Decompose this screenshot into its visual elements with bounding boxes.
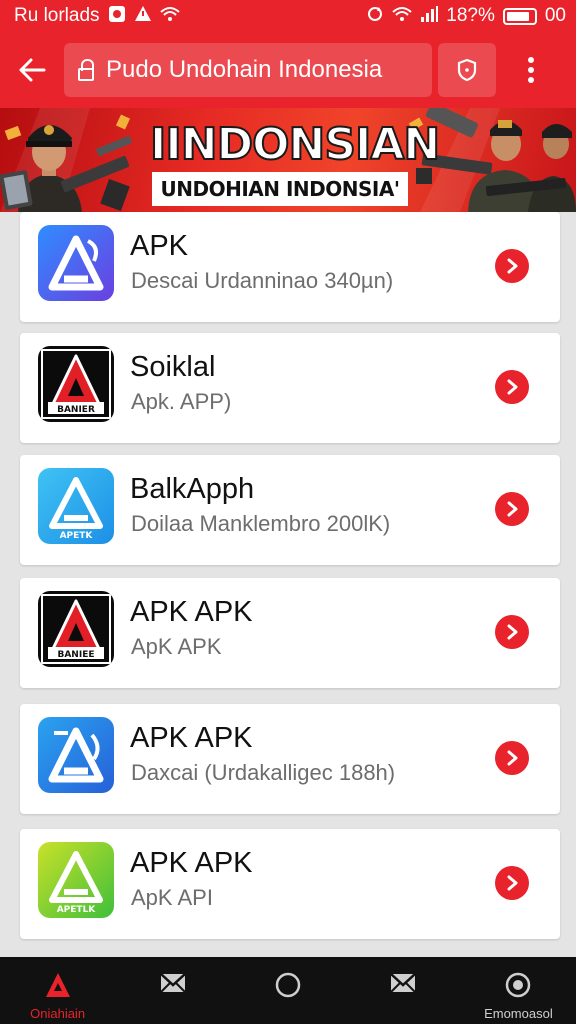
app-description: ApK API bbox=[131, 885, 213, 910]
banner-soldier-left-image bbox=[0, 125, 133, 212]
banner-title: IINDONSIAN bbox=[149, 119, 441, 170]
app-name: APK APK bbox=[130, 847, 253, 879]
chevron-right-icon bbox=[507, 624, 518, 640]
nav-item[interactable]: Oniahiain bbox=[0, 957, 115, 1024]
app-description: ApK APK bbox=[131, 634, 222, 659]
app-icon bbox=[38, 717, 114, 793]
app-list-item[interactable]: APETK BalkApph Doilaa Manklembro 200lK) bbox=[20, 455, 560, 565]
wifi-icon bbox=[159, 6, 180, 27]
url-text: Pudo Undohain Indonesia bbox=[106, 56, 383, 83]
alert-icon bbox=[134, 5, 152, 28]
app-name: APK APK bbox=[130, 722, 253, 754]
open-app-button[interactable] bbox=[495, 741, 529, 775]
svg-text:BANIER: BANIER bbox=[57, 405, 95, 415]
shield-button[interactable] bbox=[438, 43, 496, 97]
nav-item[interactable] bbox=[115, 957, 230, 1024]
app-icon bbox=[38, 225, 114, 301]
banner-subtitle: UNDOHIAN INDONSIA' bbox=[152, 172, 408, 206]
target-icon bbox=[504, 971, 532, 1004]
nav-label: Emomoasol bbox=[484, 1006, 553, 1021]
battery-percent: 18?% bbox=[446, 5, 495, 26]
nav-label: Oniahiain bbox=[30, 1006, 86, 1021]
mail-icon bbox=[389, 971, 417, 1000]
status-time: 00 bbox=[544, 5, 566, 26]
app-icon: BANIEE bbox=[38, 591, 114, 667]
wifi-signal-icon bbox=[392, 6, 412, 27]
cell-signal-icon bbox=[420, 5, 439, 27]
nav-item[interactable]: Emomoasol bbox=[461, 957, 576, 1024]
back-arrow-icon bbox=[19, 58, 46, 82]
open-app-button[interactable] bbox=[495, 866, 529, 900]
svg-text:BANIEE: BANIEE bbox=[57, 650, 94, 660]
svg-text:APETLK: APETLK bbox=[57, 905, 97, 915]
app-description: Doilaa Manklembro 200lK) bbox=[131, 511, 391, 536]
shield-icon bbox=[457, 58, 477, 82]
overflow-menu-button[interactable] bbox=[496, 32, 566, 108]
notification-icon bbox=[108, 5, 126, 28]
chevron-right-icon bbox=[507, 875, 518, 891]
url-bar[interactable]: Pudo Undohain Indonesia bbox=[64, 43, 432, 97]
home-circle-icon bbox=[274, 971, 302, 1004]
chevron-right-icon bbox=[507, 501, 518, 517]
app-icon: APETLK bbox=[38, 842, 114, 918]
battery-icon bbox=[502, 7, 537, 25]
app-name: APK bbox=[130, 230, 189, 262]
status-bar: Ru lorlads 18?% 00 bbox=[0, 0, 576, 32]
status-bar-right: 18?% 00 bbox=[366, 5, 566, 28]
app-icon: APETK bbox=[38, 468, 114, 544]
browser-toolbar: Pudo Undohain Indonesia bbox=[0, 32, 576, 108]
app-list-item[interactable]: APK APK Daxcai (Urdakalligec 188h) bbox=[20, 704, 560, 814]
app-list-item[interactable]: APK Descai Urdanninao 340µn) bbox=[20, 212, 560, 322]
banner-soldier-right-image bbox=[416, 108, 576, 212]
app-description: Apk. APP) bbox=[131, 389, 232, 414]
chevron-right-icon bbox=[507, 379, 518, 395]
app-icon: BANIER bbox=[38, 346, 114, 422]
status-carrier-text: Ru lorlads bbox=[14, 5, 100, 26]
back-button[interactable] bbox=[0, 32, 64, 108]
more-vert-icon bbox=[528, 57, 534, 83]
status-bar-left: Ru lorlads bbox=[14, 5, 180, 28]
open-app-button[interactable] bbox=[495, 615, 529, 649]
app-logo-icon bbox=[43, 971, 73, 1004]
app-name: APK APK bbox=[130, 596, 253, 628]
app-description: Descai Urdanninao 340µn) bbox=[131, 268, 394, 293]
app-name: BalkApph bbox=[130, 473, 255, 505]
nav-item[interactable] bbox=[230, 957, 345, 1024]
app-list-item[interactable]: APETLK APK APK ApK API bbox=[20, 829, 560, 939]
chevron-right-icon bbox=[507, 258, 518, 274]
promo-banner[interactable]: IINDONSIAN UNDOHIAN INDONSIA' bbox=[0, 108, 576, 212]
app-description: Daxcai (Urdakalligec 188h) bbox=[131, 760, 396, 785]
sync-icon bbox=[366, 5, 384, 28]
open-app-button[interactable] bbox=[495, 370, 529, 404]
chevron-right-icon bbox=[507, 750, 518, 766]
lock-icon bbox=[78, 58, 94, 81]
app-list-item[interactable]: BANIEE APK APK ApK APK bbox=[20, 578, 560, 688]
mail-icon bbox=[159, 971, 187, 1000]
svg-text:APETK: APETK bbox=[60, 531, 94, 541]
battery-level bbox=[506, 11, 529, 21]
bottom-navigation: Oniahiain Emomoasol bbox=[0, 957, 576, 1024]
open-app-button[interactable] bbox=[495, 249, 529, 283]
app-list-item[interactable]: BANIER Soiklal Apk. APP) bbox=[20, 333, 560, 443]
open-app-button[interactable] bbox=[495, 492, 529, 526]
nav-item[interactable] bbox=[346, 957, 461, 1024]
app-name: Soiklal bbox=[130, 351, 216, 383]
